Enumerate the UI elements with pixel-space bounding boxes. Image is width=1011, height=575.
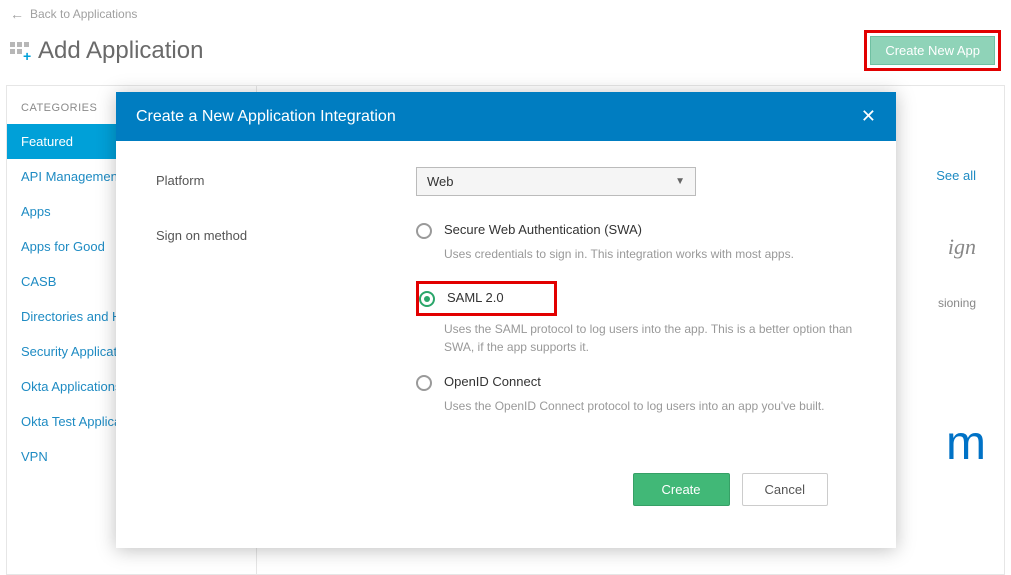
platform-row: Platform Web ▼: [156, 167, 856, 196]
radio-option-swa[interactable]: Secure Web Authentication (SWA): [416, 222, 856, 239]
radio-label-oidc: OpenID Connect: [444, 374, 541, 389]
radio-icon-selected: [419, 291, 435, 307]
radio-desc-saml: Uses the SAML protocol to log users into…: [444, 320, 854, 356]
create-app-integration-modal: Create a New Application Integration ✕ P…: [116, 92, 896, 548]
back-link-label: Back to Applications: [30, 7, 137, 21]
close-icon[interactable]: ✕: [861, 106, 876, 127]
platform-value: Web: [427, 174, 454, 189]
create-new-app-highlight: Create New App: [864, 30, 1001, 71]
modal-body: Platform Web ▼ Sign on method Secure Web…: [116, 141, 896, 548]
apps-grid-plus-icon: +: [10, 42, 30, 60]
title-wrap: + Add Application: [10, 37, 203, 65]
radio-desc-oidc: Uses the OpenID Connect protocol to log …: [444, 397, 854, 415]
see-all-link[interactable]: See all: [936, 168, 976, 183]
modal-title: Create a New Application Integration: [136, 108, 396, 126]
radio-label-saml[interactable]: SAML 2.0: [447, 290, 504, 305]
radio-option-oidc[interactable]: OpenID Connect: [416, 374, 856, 391]
obscured-app-logo: m: [946, 416, 984, 471]
signon-row: Sign on method Secure Web Authentication…: [156, 222, 856, 433]
radio-label-swa: Secure Web Authentication (SWA): [444, 222, 642, 237]
obscured-app-text: ign: [948, 234, 976, 260]
chevron-down-icon: ▼: [675, 176, 685, 187]
obscured-feature-text: sioning: [938, 296, 976, 310]
page-header: + Add Application Create New App: [0, 22, 1011, 85]
radio-block-swa: Secure Web Authentication (SWA) Uses cre…: [416, 222, 856, 263]
signon-label: Sign on method: [156, 222, 416, 433]
arrow-left-icon: ←: [10, 6, 24, 22]
cancel-button[interactable]: Cancel: [742, 473, 828, 506]
radio-desc-swa: Uses credentials to sign in. This integr…: [444, 245, 854, 263]
platform-label: Platform: [156, 167, 416, 196]
modal-footer: Create Cancel: [156, 473, 856, 528]
page-title: Add Application: [38, 37, 203, 65]
modal-header: Create a New Application Integration ✕: [116, 92, 896, 141]
create-button[interactable]: Create: [633, 473, 730, 506]
radio-icon: [416, 375, 432, 391]
saml-highlight: SAML 2.0: [416, 281, 557, 316]
radio-icon: [416, 223, 432, 239]
radio-block-oidc: OpenID Connect Uses the OpenID Connect p…: [416, 374, 856, 415]
create-new-app-button[interactable]: Create New App: [870, 36, 995, 65]
back-to-applications-link[interactable]: ← Back to Applications: [0, 0, 1011, 22]
radio-block-saml: SAML 2.0 Uses the SAML protocol to log u…: [416, 281, 856, 356]
platform-select[interactable]: Web ▼: [416, 167, 696, 196]
